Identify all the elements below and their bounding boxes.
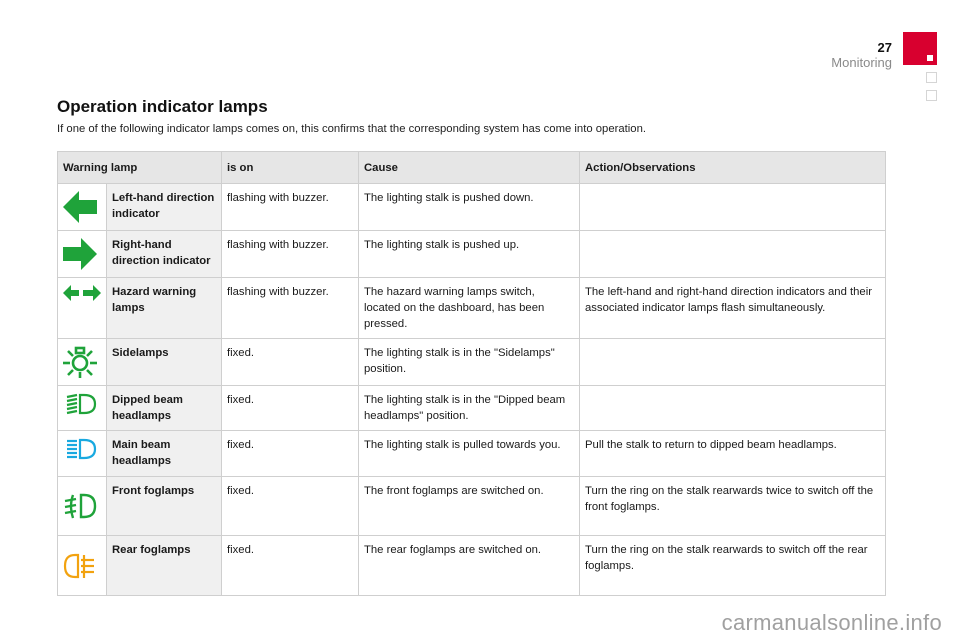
hazard-arrows-icon (63, 285, 101, 301)
lamp-name: Sidelamps (106, 338, 222, 386)
lamp-is-on: fixed. (221, 535, 359, 596)
table-row: Rear foglamps fixed. The rear foglamps a… (57, 535, 886, 596)
lamp-action: Pull the stalk to return to dipped beam … (579, 430, 886, 477)
table-row: Dipped beam headlamps fixed. The lightin… (57, 385, 886, 431)
intro-text: If one of the following indicator lamps … (57, 123, 646, 135)
lamp-cause: The lighting stalk is pushed up. (358, 230, 580, 278)
lamp-cause: The lighting stalk is pulled towards you… (358, 430, 580, 477)
right-arrow-icon (63, 238, 97, 270)
page-number: 27 (877, 40, 892, 55)
dipped-beam-icon (66, 393, 97, 415)
watermark: carmanualsonline.info (721, 610, 942, 635)
lamp-name: Main beam headlamps (106, 430, 222, 477)
front-foglamps-icon (64, 493, 97, 519)
section-tab[interactable] (926, 90, 937, 101)
lamp-cause: The hazard warning lamps switch, located… (358, 277, 580, 339)
lamp-name: Hazard warning lamps (106, 277, 222, 339)
lamp-action (579, 338, 886, 386)
lamp-cause: The lighting stalk is in the "Sidelamps"… (358, 338, 580, 386)
column-header-action: Action/Observations (579, 151, 886, 184)
lamp-is-on: fixed. (221, 430, 359, 477)
sidelamps-icon (63, 346, 97, 378)
column-header-is-on: is on (221, 151, 359, 184)
lamp-name: Left-hand direction indicator (106, 183, 222, 231)
lamp-name: Rear foglamps (106, 535, 222, 596)
lamp-cause: The lighting stalk is pushed down. (358, 183, 580, 231)
lamp-action: Turn the ring on the stalk rearwards to … (579, 535, 886, 596)
lamp-cause: The rear foglamps are switched on. (358, 535, 580, 596)
lamp-is-on: flashing with buzzer. (221, 277, 359, 339)
table-row: Sidelamps fixed. The lighting stalk is i… (57, 338, 886, 386)
main-beam-icon (67, 438, 97, 460)
lamp-cause: The lighting stalk is in the "Dipped bea… (358, 385, 580, 431)
lamp-name: Dipped beam headlamps (106, 385, 222, 431)
lamp-action (579, 385, 886, 431)
tab-marker (927, 55, 933, 61)
section-tab-active[interactable] (903, 32, 937, 65)
table-row: Left-hand direction indicator flashing w… (57, 183, 886, 231)
table-row: Main beam headlamps fixed. The lighting … (57, 430, 886, 477)
column-header-warning-lamp: Warning lamp (57, 151, 222, 184)
lamp-name: Front foglamps (106, 476, 222, 536)
page-title: Operation indicator lamps (57, 97, 268, 116)
lamp-is-on: flashing with buzzer. (221, 230, 359, 278)
table-row: Hazard warning lamps flashing with buzze… (57, 277, 886, 339)
section-name: Monitoring (831, 55, 892, 70)
lamp-cause: The front foglamps are switched on. (358, 476, 580, 536)
lamp-is-on: flashing with buzzer. (221, 183, 359, 231)
indicator-lamps-table: Warning lamp is on Cause Action/Observat… (57, 151, 886, 596)
lamp-action: Turn the ring on the stalk rearwards twi… (579, 476, 886, 536)
lamp-action (579, 230, 886, 278)
lamp-is-on: fixed. (221, 385, 359, 431)
table-row: Front foglamps fixed. The front foglamps… (57, 476, 886, 536)
column-header-cause: Cause (358, 151, 580, 184)
lamp-is-on: fixed. (221, 338, 359, 386)
lamp-is-on: fixed. (221, 476, 359, 536)
lamp-name: Right-hand direction indicator (106, 230, 222, 278)
table-row: Right-hand direction indicator flashing … (57, 230, 886, 278)
section-tab[interactable] (926, 72, 937, 83)
table-header-row: Warning lamp is on Cause Action/Observat… (57, 151, 886, 184)
rear-foglamps-icon (63, 553, 94, 578)
lamp-action (579, 183, 886, 231)
lamp-action: The left-hand and right-hand direction i… (579, 277, 886, 339)
left-arrow-icon (63, 191, 97, 223)
